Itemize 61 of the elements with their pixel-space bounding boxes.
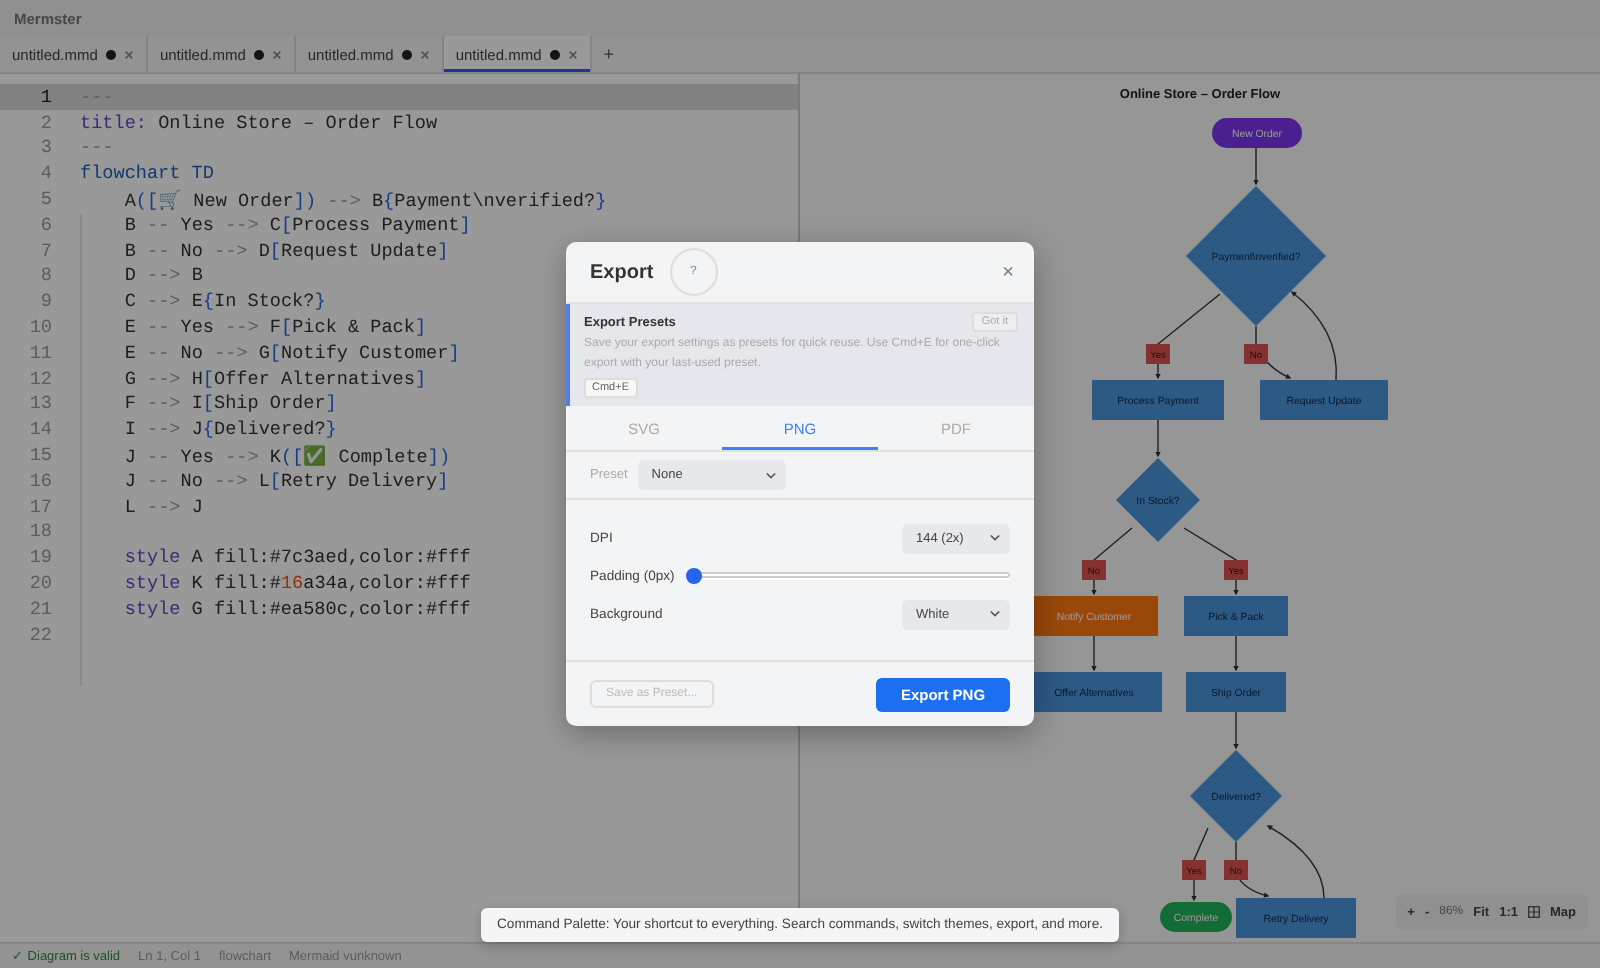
close-icon[interactable] (271, 49, 282, 59)
code-line: E -- Yes --> F[Pick & Pack] (122, 316, 427, 339)
line-number: 7 (38, 239, 52, 262)
line-number: 11 (27, 341, 52, 364)
line-number: 9 (38, 290, 52, 313)
close-button[interactable]: × (1002, 261, 1014, 283)
line-number: 13 (27, 392, 52, 415)
code-line: G --> H[Offer Alternatives] (122, 367, 427, 390)
line-number: 19 (27, 546, 52, 569)
code-line: I --> J{Delivered?} (122, 418, 337, 441)
line-number: 2 (38, 111, 52, 134)
line-number: 16 (27, 469, 52, 492)
code-line: --- (80, 136, 114, 159)
code-line: style A fill:#7c3aed,color:#fff (122, 546, 471, 569)
grid-icon[interactable] (1528, 906, 1540, 918)
line-number: 12 (27, 367, 52, 390)
line-number: 6 (38, 213, 52, 236)
line-number: 20 (27, 572, 52, 595)
close-icon[interactable] (123, 49, 134, 59)
padding-slider[interactable] (686, 568, 1010, 585)
connector-arrow (1253, 147, 1259, 186)
line-number: 21 (27, 597, 52, 620)
line-number: 10 (27, 316, 52, 339)
code-line: C --> E{In Stock?} (122, 290, 326, 313)
code-line: B -- Yes --> C[Process Payment] (122, 213, 471, 236)
slider-thumb[interactable] (686, 568, 703, 585)
line-number: 1 (38, 85, 52, 108)
connector-arrow (1233, 635, 1239, 672)
line-number: 8 (38, 264, 52, 287)
code-line: style G fill:#ea580c,color:#fff (122, 597, 471, 620)
code-line: title: Online Store – Order Flow (80, 111, 438, 134)
code-line: B -- No --> D[Request Update] (122, 239, 449, 262)
code-line: D --> B (122, 264, 203, 287)
dialog-title: Export (590, 261, 654, 283)
connector-arrow (1155, 419, 1161, 458)
close-icon[interactable] (419, 49, 430, 59)
code-line: style K fill:#16a34a,color:#fff (122, 572, 471, 595)
line-number: 17 (27, 495, 52, 518)
line-number: 15 (27, 444, 52, 467)
connector-arrow (1091, 527, 1133, 596)
code-line: E -- No --> G[Notify Customer] (122, 341, 460, 364)
caret-icon (990, 610, 1000, 619)
connector-arrow (1233, 711, 1239, 750)
code-line: F --> I[Ship Order] (122, 392, 337, 415)
code-line: flowchart TD (80, 162, 214, 185)
line-number: 5 (38, 188, 52, 211)
new-tab-button[interactable]: + (591, 36, 627, 72)
line-number: 14 (27, 418, 52, 441)
code-line: L --> J (122, 495, 203, 518)
line-number: 22 (27, 623, 52, 646)
line-number: 4 (38, 162, 52, 185)
code-line: --- (80, 85, 114, 108)
connector-arrow (1091, 635, 1097, 672)
code-line: A([🛒 New Order]) --> B{Payment\nverified?} (122, 187, 607, 212)
caret-icon (765, 471, 776, 480)
code-line: J -- No --> L[Retry Delivery] (122, 469, 449, 492)
close-icon[interactable] (567, 49, 578, 59)
code-line: J -- Yes --> K([✅ Complete]) (122, 443, 451, 468)
line-number: 18 (27, 520, 52, 543)
caret-icon (990, 534, 1000, 543)
line-number: 3 (38, 136, 52, 159)
